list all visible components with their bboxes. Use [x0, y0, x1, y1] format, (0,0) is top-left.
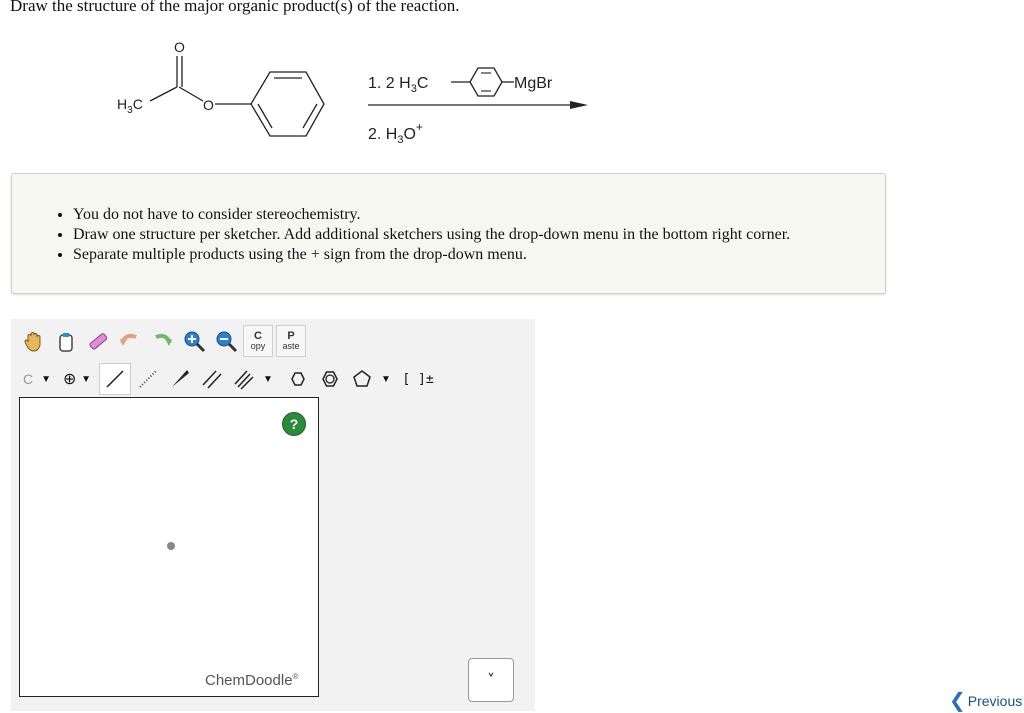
- canvas-cursor-dot: [167, 542, 175, 550]
- brand-mark: ®: [292, 672, 299, 681]
- charge-dropdown[interactable]: ⊕ ▼: [59, 365, 95, 393]
- previous-button[interactable]: ❮ Previous: [949, 688, 1022, 713]
- triple-bond-icon[interactable]: [229, 364, 259, 394]
- benzene-icon[interactable]: [315, 364, 345, 394]
- step1-prefix: 1. 2 H3C: [368, 75, 428, 95]
- atom-dropdown[interactable]: C ▼: [19, 365, 55, 393]
- cyclohexane-icon[interactable]: [283, 364, 313, 394]
- methyl-label: H3C: [117, 96, 143, 116]
- hashed-bond-icon[interactable]: [133, 364, 163, 394]
- step2-label: 2. H3O+: [368, 120, 423, 146]
- copy-button[interactable]: C opy: [243, 325, 273, 357]
- chevron-down-icon: ˅: [487, 671, 495, 689]
- chevron-left-icon: ❮: [949, 690, 966, 712]
- bracket-label: [ ]±: [402, 371, 434, 387]
- ester-oxygen: O: [203, 97, 214, 113]
- caret-down-icon: ▼: [41, 373, 51, 385]
- carbonyl-oxygen: O: [174, 39, 185, 55]
- toolbar-row-2: C ▼ ⊕ ▼ ▼ ▼ []±: [19, 363, 437, 395]
- paste-label-bottom: aste: [282, 341, 300, 351]
- chemdoodle-brand: ChemDoodle®: [205, 672, 298, 689]
- charge-label: ⊕: [63, 371, 77, 388]
- brand-name: ChemDoodle: [205, 672, 293, 689]
- instruction-item: You do not have to consider stereochemis…: [73, 205, 790, 225]
- zoom-in-icon[interactable]: [179, 326, 209, 356]
- redo-icon[interactable]: [147, 326, 177, 356]
- cyclopentane-icon[interactable]: [347, 364, 377, 394]
- grignard-suffix: MgBr: [514, 75, 553, 92]
- undo-icon[interactable]: [115, 326, 145, 356]
- bond-caret-down-icon[interactable]: ▼: [261, 364, 275, 394]
- bracket-button[interactable]: [ ]±: [401, 364, 435, 394]
- double-bond-icon[interactable]: [197, 364, 227, 394]
- toolbar-row-1: C opy P aste: [19, 324, 309, 358]
- lasso-icon[interactable]: [51, 326, 81, 356]
- help-button[interactable]: ?: [282, 412, 306, 436]
- copy-label-bottom: opy: [250, 341, 266, 351]
- instruction-item: Separate multiple products using the + s…: [73, 245, 790, 265]
- ring-caret-down-icon[interactable]: ▼: [379, 364, 393, 394]
- single-bond-icon[interactable]: [99, 363, 131, 395]
- eraser-icon[interactable]: [83, 326, 113, 356]
- zoom-out-icon[interactable]: [211, 326, 241, 356]
- reaction-scheme: H3C O O 1. 2 H3C MgBr 2. H3O+: [117, 39, 588, 146]
- tolyl-ring: [469, 67, 503, 97]
- chemdoodle-sketcher: C opy P aste C ▼ ⊕ ▼ ▼ ▼ []± ? ChemDood…: [11, 319, 535, 711]
- instruction-item: Draw one structure per sketcher. Add add…: [73, 225, 790, 245]
- instructions-panel: You do not have to consider stereochemis…: [11, 173, 886, 294]
- pan-hand-icon[interactable]: [19, 326, 49, 356]
- previous-label: Previous: [967, 692, 1023, 709]
- sketcher-options-dropdown[interactable]: ˅: [468, 658, 514, 702]
- drawing-canvas[interactable]: ? ChemDoodle®: [19, 397, 319, 697]
- caret-down-icon: ▼: [81, 373, 91, 385]
- atom-label: C: [23, 371, 34, 387]
- wedge-bond-icon[interactable]: [165, 364, 195, 394]
- benzene-ring: [250, 71, 325, 137]
- paste-button[interactable]: P aste: [276, 325, 306, 357]
